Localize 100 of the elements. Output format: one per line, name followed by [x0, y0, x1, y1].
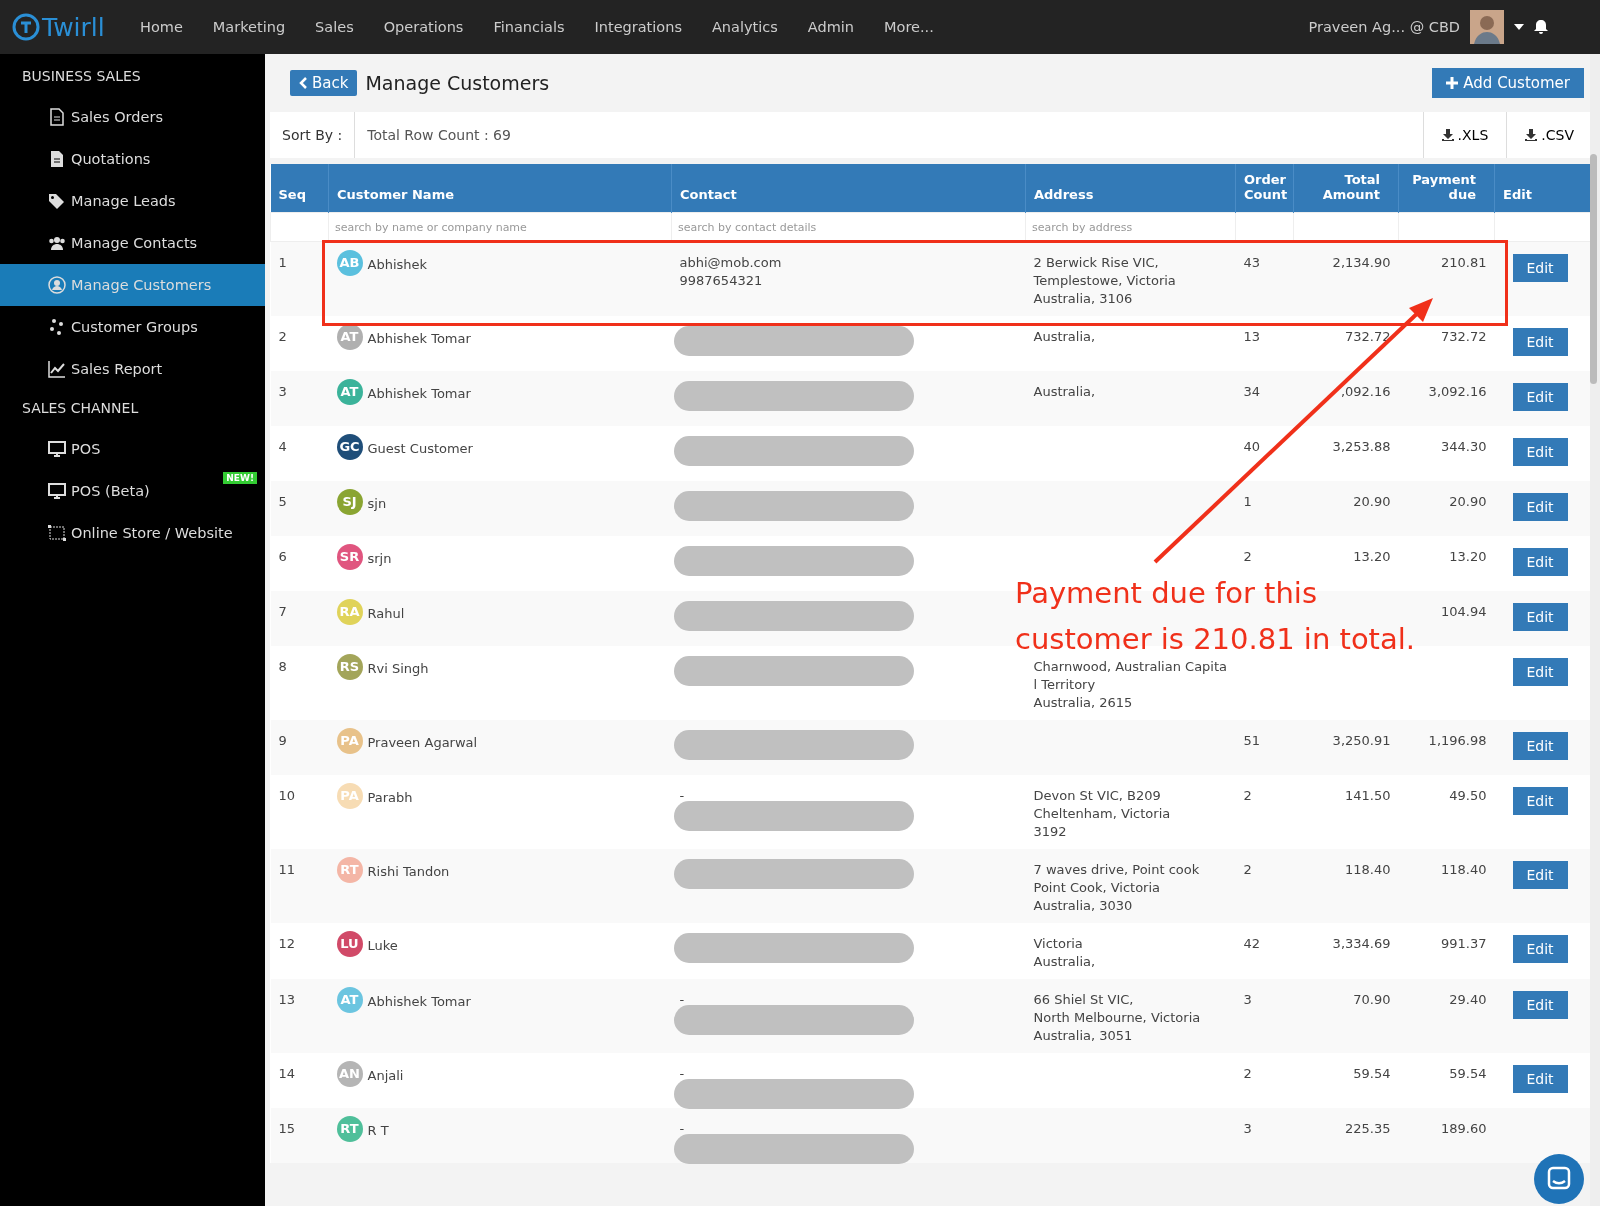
edit-button[interactable]: Edit — [1512, 787, 1568, 815]
store-icon — [48, 524, 66, 542]
sidebar-item[interactable]: Manage Customers — [0, 264, 265, 306]
table-cell: 104.94 — [1441, 604, 1487, 619]
address-text: Australia, — [1033, 328, 1097, 346]
nav-link[interactable]: Admin — [807, 19, 854, 35]
sidebar-item[interactable]: Sales Orders — [0, 96, 265, 138]
caret-icon[interactable] — [1514, 24, 1524, 30]
address-text: l Territory — [1033, 676, 1097, 694]
edit-button[interactable]: Edit — [1512, 1065, 1568, 1093]
table-cell: 49.50 — [1449, 788, 1487, 803]
table-cell: 20.90 — [1449, 494, 1487, 509]
address-text: Templestowe, Victoria — [1033, 272, 1177, 290]
column-header[interactable]: Payment due — [1407, 172, 1476, 202]
initials-avatar: AT — [336, 324, 363, 350]
scrollbar[interactable] — [1590, 54, 1600, 1206]
edit-button[interactable]: Edit — [1512, 438, 1568, 466]
add-customer-button[interactable]: Add Customer — [1432, 68, 1584, 98]
edit-button[interactable]: Edit — [1512, 935, 1568, 963]
nav-link[interactable]: Integrations — [594, 19, 682, 35]
table-cell: 2,134.90 — [1332, 255, 1391, 270]
table-cell: 3 — [278, 384, 287, 399]
address-text: Australia, 2615 — [1033, 694, 1134, 712]
customer-name: srjn — [367, 550, 392, 568]
table-cell: 14 — [278, 1066, 296, 1081]
nav-link[interactable]: Analytics — [711, 19, 778, 35]
table-cell: 2 — [1243, 549, 1252, 564]
sidebar-item[interactable]: Manage Contacts — [0, 222, 265, 264]
table-cell: 43 — [1243, 255, 1261, 270]
nav-link[interactable]: Sales — [315, 19, 354, 35]
edit-button[interactable]: Edit — [1512, 861, 1568, 889]
column-header[interactable]: Edit — [1503, 187, 1583, 202]
nav-link[interactable]: Home — [140, 19, 183, 35]
table-cell: 118.40 — [1441, 862, 1487, 877]
table-cell: 2 — [278, 329, 287, 344]
initials-avatar: PA — [336, 783, 363, 809]
column-header[interactable]: Contact — [680, 187, 1017, 202]
initials-avatar: RT — [336, 857, 363, 883]
nav-link[interactable]: Financials — [493, 19, 565, 35]
customer-name: Rahul — [367, 605, 405, 623]
new-badge: NEW! — [223, 472, 257, 484]
chat-icon[interactable] — [1534, 1154, 1584, 1204]
notification-icon[interactable] — [1534, 19, 1548, 35]
sort-by-label[interactable]: Sort By : — [270, 112, 356, 158]
table-cell: 10 — [278, 788, 296, 803]
sidebar-item[interactable]: Quotations — [0, 138, 265, 180]
customer-name: Parabh — [367, 789, 413, 807]
sidebar-item[interactable]: Sales Report — [0, 348, 265, 390]
nav-link[interactable]: Operations — [383, 19, 464, 35]
back-button[interactable]: Back — [290, 70, 358, 96]
sidebar-item[interactable]: POS — [0, 428, 265, 470]
address-text: Charnwood, Australian Capita — [1033, 658, 1228, 676]
annotation-text: Payment due for this — [1015, 575, 1318, 612]
address-text: 3192 — [1033, 823, 1068, 841]
table-cell: 991.37 — [1441, 936, 1487, 951]
sidebar-heading: SALES CHANNEL — [21, 399, 140, 418]
customer-name: Abhishek Tomar — [367, 385, 471, 403]
edit-button[interactable]: Edit — [1512, 254, 1568, 282]
initials-avatar: LU — [336, 931, 363, 957]
customer-name: Abhishek — [367, 256, 428, 274]
table-cell: 3,253.88 — [1332, 439, 1391, 454]
monitor-icon — [48, 440, 66, 458]
table-cell: 3,250.91 — [1332, 733, 1391, 748]
address-text: 2 Berwick Rise VIC, — [1033, 254, 1160, 272]
edit-button[interactable]: Edit — [1512, 493, 1568, 521]
nav-link[interactable]: Marketing — [212, 19, 286, 35]
initials-avatar: AT — [336, 379, 363, 405]
row-count: Total Row Count : 69 — [366, 127, 511, 143]
column-header[interactable]: Seq — [278, 187, 320, 202]
initials-avatar: AB — [336, 250, 363, 276]
nav-link[interactable]: More... — [884, 19, 934, 35]
sidebar-item[interactable]: Manage Leads — [0, 180, 265, 222]
column-header[interactable]: Order Count — [1244, 172, 1285, 202]
edit-button[interactable]: Edit — [1512, 658, 1568, 686]
sidebar-item[interactable]: POS (Beta) NEW! — [0, 470, 265, 512]
column-header[interactable]: Address — [1034, 187, 1227, 202]
table-cell: 732.72 — [1345, 329, 1391, 344]
sidebar-item[interactable]: Online Store / Website — [0, 512, 265, 554]
edit-button[interactable]: Edit — [1512, 383, 1568, 411]
table-cell: 59.54 — [1353, 1066, 1391, 1081]
customer-name: sjn — [367, 495, 387, 513]
edit-button[interactable]: Edit — [1512, 991, 1568, 1019]
column-header[interactable]: Total Amount — [1302, 172, 1380, 202]
table-cell: 141.50 — [1345, 788, 1391, 803]
sidebar-item[interactable]: Customer Groups — [0, 306, 265, 348]
edit-button[interactable]: Edit — [1512, 603, 1568, 631]
edit-button[interactable]: Edit — [1512, 328, 1568, 356]
table-cell: 42 — [1243, 936, 1261, 951]
logo-text[interactable]: Twirll — [42, 12, 105, 42]
table-cell: 5 — [278, 494, 287, 509]
user-name[interactable]: Praveen Ag... @ CBD — [1308, 19, 1460, 35]
initials-avatar: SR — [336, 544, 363, 570]
edit-button[interactable]: Edit — [1512, 548, 1568, 576]
document-icon — [48, 108, 66, 126]
edit-button[interactable]: Edit — [1512, 732, 1568, 760]
table-cell: 8 — [278, 659, 287, 674]
initials-avatar: RS — [336, 654, 363, 680]
table-cell: 3 — [1243, 992, 1252, 1007]
column-header[interactable]: Customer Name — [337, 187, 663, 202]
initials-avatar: PA — [336, 728, 363, 754]
